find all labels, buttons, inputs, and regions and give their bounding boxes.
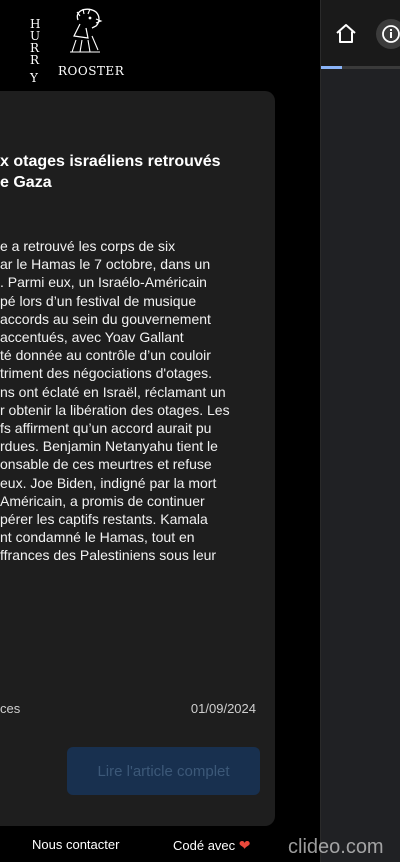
watermark-text: clideo.com [288, 836, 384, 858]
progress-fill [321, 66, 343, 69]
coded-with-label[interactable]: Codé avec ❤ [173, 837, 251, 854]
body-line: Américain, a promis de continuer [0, 492, 205, 509]
rooster-icon [70, 8, 103, 53]
body-line: té donnée au contrôle d’un couloir [0, 347, 211, 364]
body-line: ffrances des Palestiniens sous leur [0, 547, 217, 564]
read-full-article-button[interactable]: Lire l'article complet [67, 747, 260, 795]
body-line: r obtenir la libération des otages. Les [0, 401, 230, 418]
body-line: accords au sein du gouvernement [0, 310, 211, 327]
article-body: e a retrouvé les corps de six ar le Hama… [0, 237, 275, 565]
body-line: . Parmi eux, un Israélo-Américain [0, 274, 207, 291]
info-icon [382, 25, 400, 43]
hurry-rooster-logo[interactable]: H U R R Y ROOSTER [28, 6, 124, 86]
article-date: 01/09/2024 [190, 701, 256, 716]
headline-line: e Gaza [0, 174, 52, 191]
logo-wordmark: ROOSTER [58, 64, 125, 78]
headline-line: x otages israéliens retrouvés [0, 153, 221, 170]
body-line: onsable de ces meurtres et refuse [0, 456, 212, 473]
body-line: fs affirment qu’un accord aurait pu [0, 420, 212, 437]
body-line: nt condamné le Hamas, tout en [0, 529, 195, 546]
article-source: ces [0, 701, 21, 716]
heart-icon: ❤ [238, 837, 251, 853]
body-line: ar le Hamas le 7 octobre, dans un [0, 256, 211, 273]
article-card: x otages israéliens retrouvés e Gaza e a… [0, 91, 275, 826]
home-icon[interactable] [334, 22, 358, 46]
article-headline[interactable]: x otages israéliens retrouvés e Gaza [0, 151, 275, 193]
browser-panel [321, 0, 400, 862]
contact-link[interactable]: Nous contacter [32, 837, 119, 852]
body-line: pérer les captifs restants. Kamala [0, 511, 208, 528]
footer: Nous contacter Codé avec ❤ [0, 826, 320, 862]
info-button[interactable] [376, 19, 400, 49]
coded-with-text: Codé avec [173, 838, 236, 853]
body-line: triment des négociations d'otages. [0, 365, 213, 382]
page-progress-bar [321, 66, 400, 69]
body-line: pé lors d’un festival de musique [0, 292, 197, 309]
browser-toolbar [321, 0, 400, 66]
body-line: e a retrouvé les corps de six [0, 238, 176, 254]
body-line: accentués, avec Yoav Gallant [0, 329, 184, 346]
logo-letter: Y [30, 71, 38, 85]
body-line: ns ont éclaté en Israël, réclamant un [0, 383, 226, 400]
body-line: rdues. Benjamin Netanyahu tient le [0, 438, 218, 455]
body-line: eux. Joe Biden, indigné par la mort [0, 474, 217, 491]
logo-letter: R [30, 53, 40, 67]
news-app: H U R R Y ROOSTER x otages israéliens re… [0, 0, 320, 862]
